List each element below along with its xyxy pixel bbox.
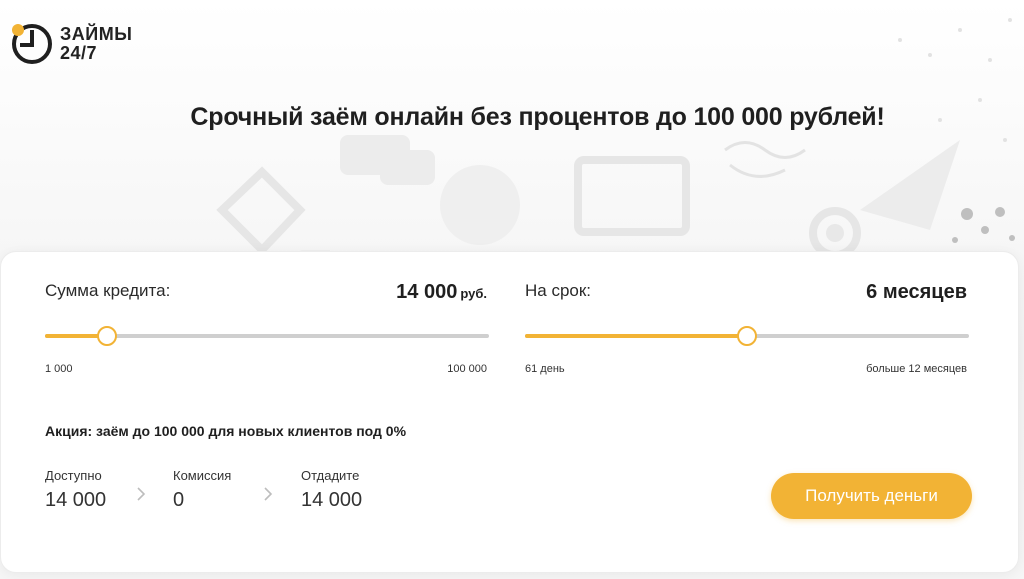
logo[interactable]: ЗАЙМЫ 24/7: [8, 20, 132, 68]
amount-value: 14 000 руб.: [396, 281, 487, 304]
repay-value: 14 000: [301, 489, 363, 511]
chevron-right-icon: [137, 487, 146, 501]
term-slider[interactable]: [525, 325, 969, 347]
amount-min-label: 1 000: [45, 363, 73, 375]
term-slider-thumb[interactable]: [737, 326, 757, 346]
promo-text: Акция: заём до 100 000 для новых клиенто…: [45, 423, 407, 439]
commission-stat: Комиссия 0: [173, 468, 231, 512]
logo-text: ЗАЙМЫ 24/7: [60, 25, 132, 63]
get-money-button[interactable]: Получить деньги: [771, 473, 972, 519]
term-slider-fill: [525, 334, 747, 338]
loan-calculator-card: Сумма кредита: 14 000 руб. 1 000 100 000 …: [0, 251, 1019, 573]
available-stat: Доступно 14 000: [45, 468, 106, 512]
available-value: 14 000: [45, 489, 107, 511]
amount-number: 14 000: [396, 281, 458, 303]
term-value: 6 месяцев: [866, 281, 967, 303]
chevron-right-icon: [264, 487, 273, 501]
amount-max-label: 100 000: [447, 363, 487, 375]
commission-value: 0: [173, 489, 185, 511]
logo-line2: 24/7: [60, 43, 98, 63]
commission-label: Комиссия: [173, 468, 232, 483]
term-label: На срок:: [525, 281, 592, 300]
term-max-label: больше 12 месяцев: [866, 363, 967, 375]
amount-slider-thumb[interactable]: [97, 326, 118, 346]
term-min-label: 61 день: [525, 363, 565, 375]
amount-label: Сумма кредита:: [45, 281, 171, 300]
page-title: Срочный заём онлайн без процентов до 100…: [190, 103, 885, 131]
available-label: Доступно: [45, 468, 102, 483]
repay-stat: Отдадите 14 000: [301, 468, 362, 512]
repay-label: Отдадите: [301, 468, 360, 483]
clock-logo-icon: [12, 24, 52, 64]
logo-line1: ЗАЙМЫ: [60, 24, 133, 44]
amount-unit: руб.: [460, 286, 487, 301]
hero-section: ЗАЙМЫ 24/7 Срочный заём онлайн без проце…: [0, 0, 1024, 579]
amount-slider[interactable]: [45, 325, 489, 347]
